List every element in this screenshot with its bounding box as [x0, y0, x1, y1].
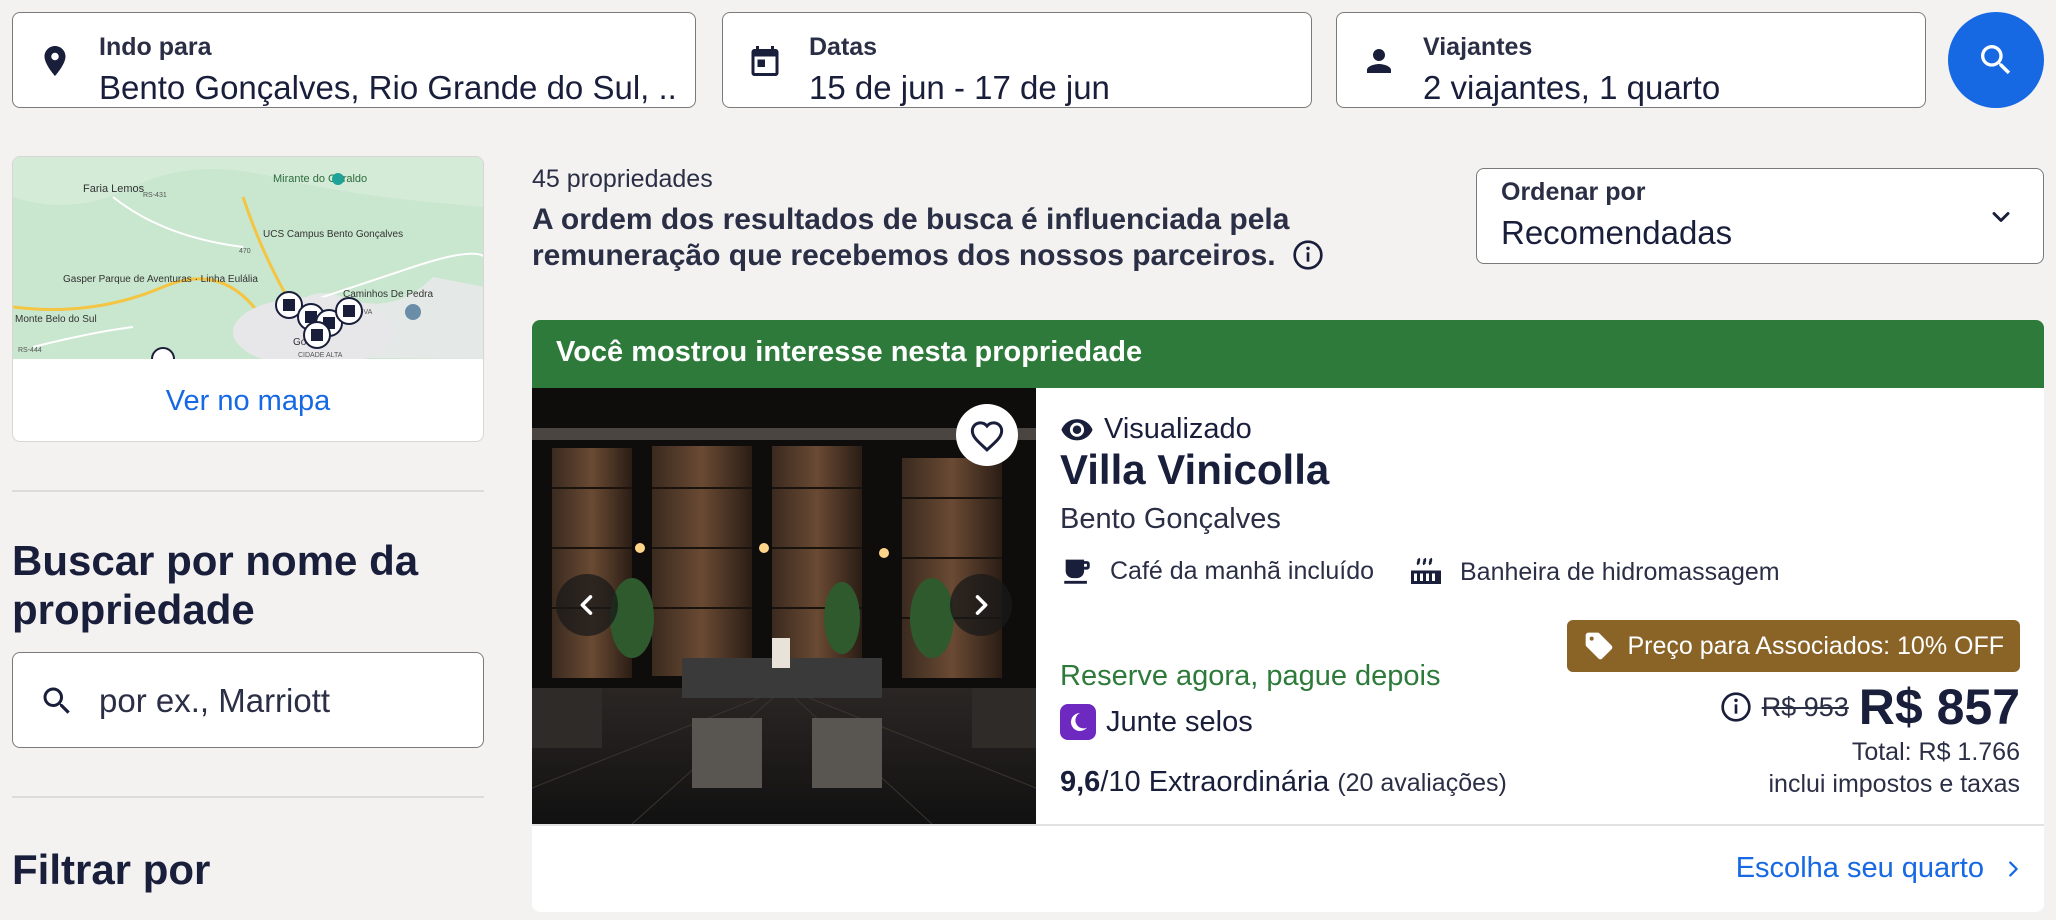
member-price-badge: Preço para Associados: 10% OFF: [1567, 620, 2020, 672]
original-price: R$ 953: [1761, 691, 1849, 722]
sort-label: Ordenar por: [1501, 178, 1646, 206]
map-label: Caminhos De Pedra: [343, 289, 433, 300]
pay-later-label: Reserve agora, pague depois: [1060, 660, 1441, 692]
map-label: RS-431: [143, 192, 167, 199]
divider: [12, 796, 484, 798]
filter-title: Filtrar por: [12, 846, 211, 893]
name-search-title: Buscar por nome da propriedade: [12, 537, 419, 633]
property-card[interactable]: Você mostrou interesse nesta propriedade: [532, 320, 2044, 912]
search-icon: [43, 687, 70, 714]
dates-field[interactable]: Datas 15 de jun - 17 de jun: [722, 12, 1312, 108]
taxes-note: inclui impostos e taxas: [1768, 770, 2020, 798]
sort-select[interactable]: Ordenar por Recomendadas: [1476, 168, 2044, 264]
heart-icon: [970, 421, 1004, 452]
dates-value: 15 de jun - 17 de jun: [809, 69, 1110, 106]
amenity-label: Banheira de hidromassagem: [1460, 557, 1780, 586]
eye-icon: [1061, 419, 1093, 441]
current-price: R$ 857: [1858, 679, 2020, 735]
next-photo-button[interactable]: [950, 574, 1012, 636]
search-button[interactable]: [1948, 12, 2044, 108]
member-badge-text: Preço para Associados: 10% OFF: [1627, 631, 2004, 660]
coffee-icon: [1064, 559, 1090, 584]
map-label: 470: [239, 248, 251, 255]
property-name[interactable]: Villa Vinicolla: [1060, 446, 1329, 494]
property-photo[interactable]: [532, 388, 1036, 824]
dates-label: Datas: [809, 33, 878, 61]
viewed-label: Visualizado: [1104, 412, 1252, 445]
ranking-disclaimer: A ordem dos resultados de busca é influe…: [532, 202, 1472, 274]
destination-label: Indo para: [99, 33, 212, 61]
map-label: Mirante do Geraldo: [273, 173, 367, 185]
travelers-field[interactable]: Viajantes 2 viajantes, 1 quarto: [1336, 12, 1926, 108]
guest-rating: 9,6/10 Extraordinária (20 avaliações): [1060, 766, 1507, 799]
moon-icon: [1060, 704, 1096, 740]
location-pin-icon: [44, 46, 66, 76]
viewed-indicator: Visualizado: [1060, 412, 1252, 446]
map-label: Monte Belo do Sul: [15, 314, 97, 325]
info-icon[interactable]: [1720, 691, 1752, 723]
amenity-hot-tub: Banheira de hidromassagem: [1408, 554, 1780, 590]
rating-scale: /10: [1100, 766, 1141, 798]
amenity-label: Café da manhã incluído: [1110, 556, 1375, 585]
total-price: Total: R$ 1.766: [1851, 738, 2020, 766]
amenity-breakfast: Café da manhã incluído: [1060, 554, 1374, 588]
map-poi-marker: [332, 173, 344, 185]
property-name-placeholder: por ex., Marriott: [99, 682, 331, 719]
map-label: CIDADE ALTA: [298, 352, 343, 359]
choose-room-link[interactable]: Escolha seu quarto: [1736, 852, 2024, 885]
travelers-label: Viajantes: [1423, 33, 1533, 61]
destination-field[interactable]: Indo para Bento Gonçalves, Rio Grande do…: [12, 12, 696, 108]
price-row: R$ 953 R$ 857: [1720, 678, 2020, 736]
chevron-left-icon: [580, 595, 593, 615]
favorite-button[interactable]: [956, 404, 1018, 466]
sort-value: Recomendadas: [1501, 214, 1733, 251]
person-icon: [1367, 49, 1391, 73]
info-icon[interactable]: [1292, 239, 1324, 271]
choose-room-label: Escolha seu quarto: [1735, 852, 1984, 884]
rating-word: Extraordinária: [1148, 766, 1330, 798]
travelers-value: 2 viajantes, 1 quarto: [1423, 69, 1721, 106]
previous-photo-button[interactable]: [556, 574, 618, 636]
divider: [12, 490, 484, 492]
view-map-link[interactable]: Ver no mapa: [13, 359, 483, 441]
map-label: Gasper Parque de Aventuras · Linha Eulál…: [63, 274, 258, 285]
map-poi-marker: [405, 304, 421, 320]
interest-banner: Você mostrou interesse nesta propriedade: [532, 320, 2044, 388]
hot-tub-icon: [1411, 557, 1441, 584]
chevron-right-icon: [975, 595, 988, 615]
chevron-right-icon: [2009, 860, 2018, 877]
map-label: Faria Lemos: [83, 183, 145, 195]
stamps-text: Junte selos: [1106, 705, 1253, 738]
rating-score: 9,6: [1060, 766, 1101, 798]
calendar-icon: [751, 46, 779, 76]
map-label: UCS Campus Bento Gonçalves: [263, 229, 403, 240]
map-card[interactable]: Faria Lemos Mirante do Geraldo UCS Campu…: [12, 156, 484, 442]
hotel-marker[interactable]: [303, 321, 331, 349]
rating-count: (20 avaliações): [1337, 769, 1507, 797]
map-label: RS-444: [18, 347, 42, 354]
stamps-label: Junte selos: [1060, 704, 1253, 740]
search-icon: [1981, 45, 2011, 75]
map-thumbnail[interactable]: Faria Lemos Mirante do Geraldo UCS Campu…: [13, 157, 484, 359]
destination-value: Bento Gonçalves, Rio Grande do Sul, ...: [99, 69, 679, 106]
hotel-marker[interactable]: [335, 297, 363, 325]
divider: [532, 824, 2044, 826]
property-city: Bento Gonçalves: [1060, 503, 1281, 535]
ranking-disclaimer-text: A ordem dos resultados de busca é influe…: [532, 203, 1290, 272]
chevron-down-icon: [1992, 212, 2010, 222]
property-name-search-input[interactable]: por ex., Marriott: [12, 652, 484, 748]
results-count: 45 propriedades: [532, 165, 713, 193]
tag-icon: [1586, 632, 1613, 660]
